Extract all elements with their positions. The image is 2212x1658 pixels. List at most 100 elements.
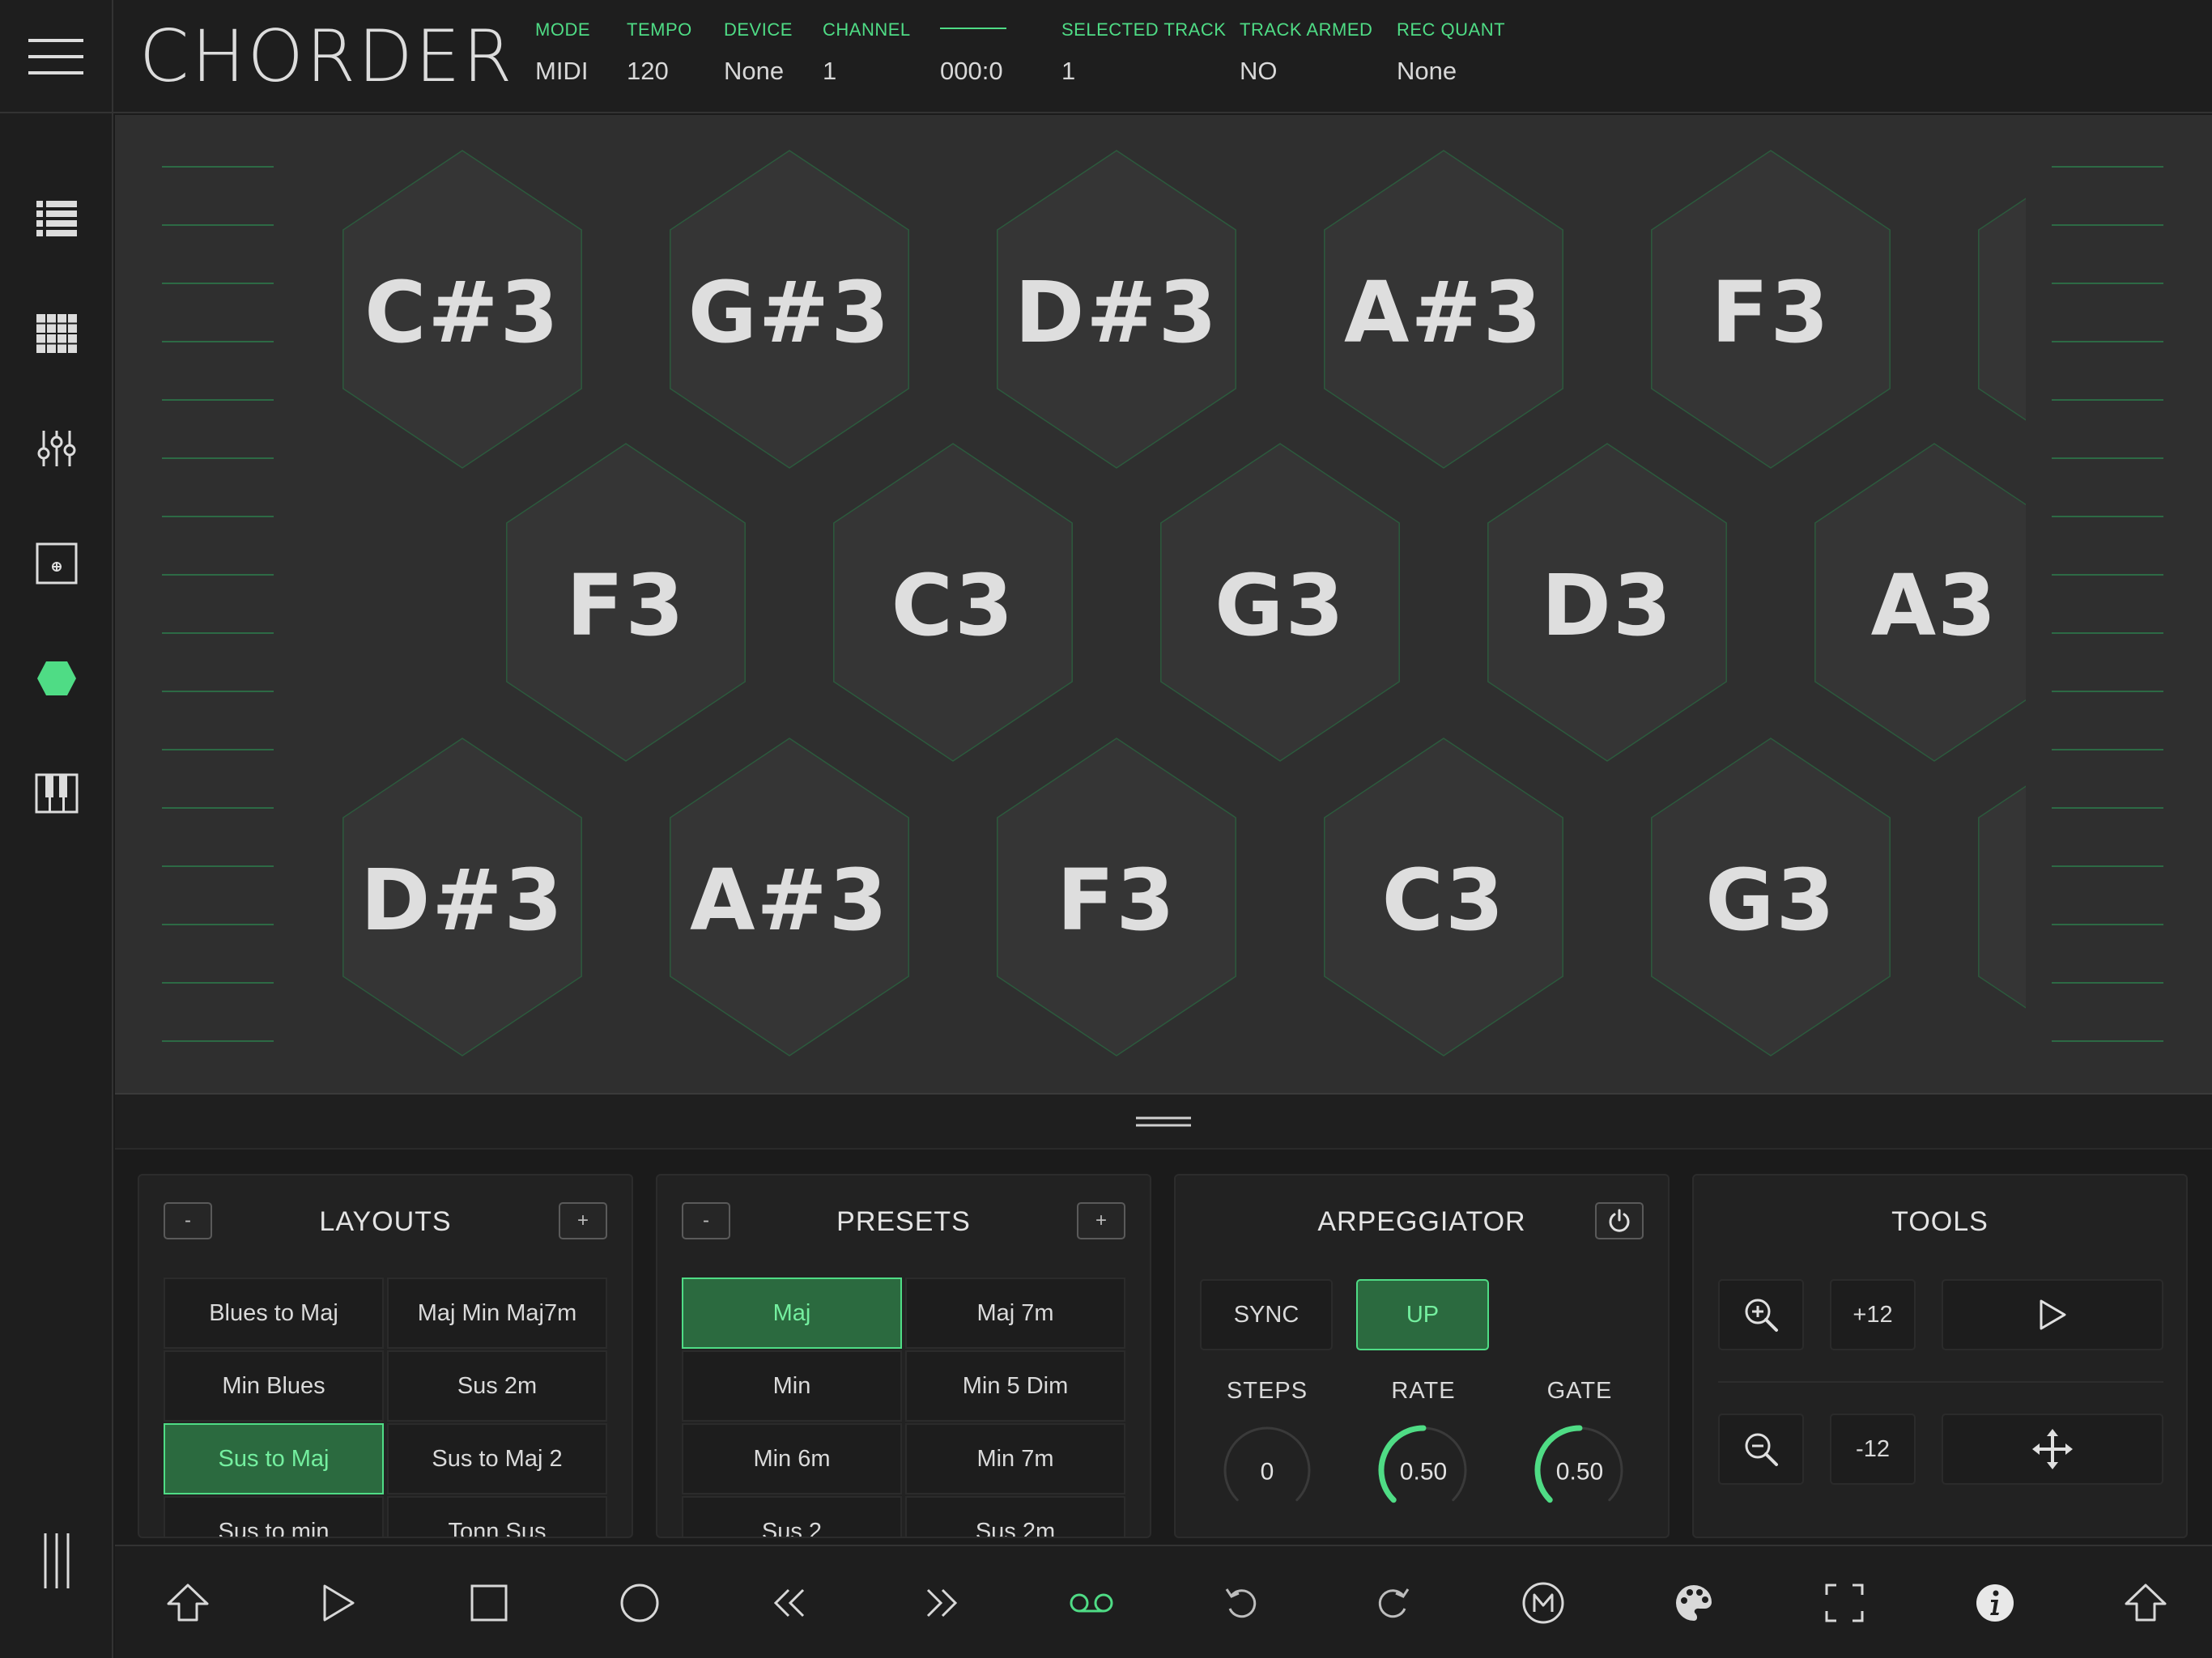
transpose-up-button[interactable]: +12 <box>1830 1279 1916 1350</box>
hex-key[interactable]: G3 <box>1160 443 1400 762</box>
tools-move-button[interactable] <box>1942 1414 2163 1485</box>
drag-handle-icon <box>1136 1116 1191 1127</box>
gate-knob[interactable]: 0.50 <box>1533 1423 1627 1517</box>
redo-button[interactable] <box>1360 1571 1425 1635</box>
upload-icon <box>2125 1584 2167 1622</box>
upload-button[interactable] <box>155 1571 220 1635</box>
tempo-selector[interactable]: TEMPO 120 <box>627 19 692 86</box>
rate-knob[interactable]: 0.50 <box>1376 1423 1470 1517</box>
grid-icon <box>36 314 77 353</box>
hex-key[interactable]: C3 <box>1324 738 1563 1056</box>
arp-sync-button[interactable]: SYNC <box>1200 1279 1333 1350</box>
metronome-button[interactable] <box>1511 1571 1576 1635</box>
hex-key[interactable]: D#3 <box>342 738 582 1056</box>
export-button[interactable] <box>2113 1571 2178 1635</box>
device-value: None <box>724 57 785 85</box>
layout-item[interactable]: Tonn Sus <box>387 1496 607 1537</box>
sidebar-item-grid[interactable] <box>0 285 113 382</box>
preset-item[interactable]: Min 7m <box>905 1423 1125 1494</box>
hex-key[interactable]: F3 <box>506 443 746 762</box>
preset-item[interactable]: Min <box>682 1350 902 1422</box>
sidebar-item-pad[interactable] <box>0 515 113 612</box>
layout-item[interactable]: Blues to Maj <box>164 1278 384 1349</box>
stop-button[interactable] <box>457 1571 521 1635</box>
redo-icon <box>1378 1588 1410 1618</box>
hex-key[interactable] <box>1978 738 2212 1056</box>
arp-direction-button[interactable]: UP <box>1356 1279 1489 1350</box>
presets-plus-button[interactable]: + <box>1077 1202 1125 1239</box>
sidebar-item-hexagon[interactable] <box>0 630 113 727</box>
pad-icon <box>36 542 78 585</box>
device-selector[interactable]: DEVICE None <box>724 19 793 86</box>
track-armed-toggle[interactable]: TRACK ARMED NO <box>1240 19 1372 86</box>
hex-key[interactable]: C3 <box>833 443 1073 762</box>
arpeggiator-panel: ARPEGGIATOR SYNC UP STEPS RATE GATE 0 0.… <box>1174 1174 1670 1538</box>
fast-forward-button[interactable] <box>908 1571 973 1635</box>
app-title: CHORDER <box>139 15 515 98</box>
sidebar-item-mixer[interactable] <box>0 400 113 497</box>
hex-key-label: F3 <box>1711 263 1830 362</box>
menu-button[interactable] <box>0 0 113 113</box>
record-button[interactable] <box>607 1571 672 1635</box>
channel-selector[interactable]: CHANNEL 1 <box>823 19 911 86</box>
hex-key[interactable]: G#3 <box>670 150 909 469</box>
arpeggiator-power-button[interactable] <box>1595 1202 1644 1239</box>
hex-key[interactable]: G3 <box>1651 738 1891 1056</box>
play-button[interactable] <box>306 1571 371 1635</box>
hex-key-label: D#3 <box>360 851 564 950</box>
steps-knob[interactable]: 0 <box>1220 1423 1314 1517</box>
layout-item[interactable]: Min Blues <box>164 1350 384 1422</box>
transport-toolbar <box>115 1545 2212 1658</box>
layout-item[interactable]: Sus to Maj <box>164 1423 384 1494</box>
rec-quant-selector[interactable]: REC QUANT None <box>1397 19 1505 86</box>
mixer-icon <box>37 431 76 466</box>
fullscreen-button[interactable] <box>1812 1571 1877 1635</box>
preset-item[interactable]: Min 5 Dim <box>905 1350 1125 1422</box>
zoom-out-button[interactable] <box>1718 1414 1804 1485</box>
mode-label: MODE <box>535 19 590 40</box>
undo-button[interactable] <box>1210 1571 1274 1635</box>
hex-key[interactable] <box>1978 151 2212 468</box>
zoom-in-button[interactable] <box>1718 1279 1804 1350</box>
hex-key[interactable]: A#3 <box>1324 150 1563 469</box>
layout-item[interactable]: Sus to Maj 2 <box>387 1423 607 1494</box>
preset-item[interactable]: Min 6m <box>682 1423 902 1494</box>
sidebar-item-drag-handle[interactable] <box>0 1512 113 1609</box>
preset-item[interactable]: Maj <box>682 1278 902 1349</box>
transpose-down-button[interactable]: -12 <box>1830 1414 1916 1485</box>
sidebar-item-list[interactable] <box>0 170 113 267</box>
loop-button[interactable] <box>1059 1571 1124 1635</box>
layout-item[interactable]: Sus to min <box>164 1496 384 1537</box>
layouts-plus-button[interactable]: + <box>559 1202 607 1239</box>
mode-selector[interactable]: MODE MIDI <box>535 19 590 86</box>
info-button[interactable] <box>1963 1571 2027 1635</box>
hex-keyboard[interactable]: C#3 G#3 D#3 A#3 F3 F3 C3 G3 D3 A3 D#3 A#3 F3 C3 G3 <box>115 115 2212 1093</box>
preset-item[interactable]: Sus 2m <box>905 1496 1125 1537</box>
zoom-out-icon <box>1745 1433 1778 1466</box>
preset-item[interactable]: Maj 7m <box>905 1278 1125 1349</box>
sidebar-item-piano[interactable] <box>0 745 113 842</box>
tools-play-button[interactable] <box>1942 1279 2163 1350</box>
hex-key[interactable]: D#3 <box>997 150 1236 469</box>
record-icon <box>620 1584 659 1622</box>
panel-splitter[interactable] <box>115 1093 2212 1150</box>
layout-item[interactable]: Sus 2m <box>387 1350 607 1422</box>
hex-key[interactable]: F3 <box>1651 150 1891 469</box>
hex-key[interactable]: C#3 <box>342 150 582 469</box>
upload-icon <box>167 1584 209 1622</box>
move-icon <box>2032 1429 2073 1469</box>
tools-title: TOOLS <box>1891 1206 1989 1237</box>
selected-track-selector[interactable]: SELECTED TRACK 1 <box>1061 19 1226 86</box>
tempo-value: 120 <box>627 57 669 85</box>
hex-key-label: C3 <box>1382 851 1506 950</box>
hex-key[interactable]: D3 <box>1487 443 1727 762</box>
preset-item[interactable]: Sus 2 <box>682 1496 902 1537</box>
layout-item[interactable]: Maj Min Maj7m <box>387 1278 607 1349</box>
knob-value: 0.50 <box>1400 1459 1447 1486</box>
palette-button[interactable] <box>1661 1571 1726 1635</box>
rewind-button[interactable] <box>758 1571 823 1635</box>
palette-icon <box>1676 1585 1712 1621</box>
hex-key[interactable]: F3 <box>997 738 1236 1056</box>
hex-key[interactable]: A3 <box>1814 443 2053 762</box>
hex-key[interactable]: A#3 <box>670 738 909 1056</box>
